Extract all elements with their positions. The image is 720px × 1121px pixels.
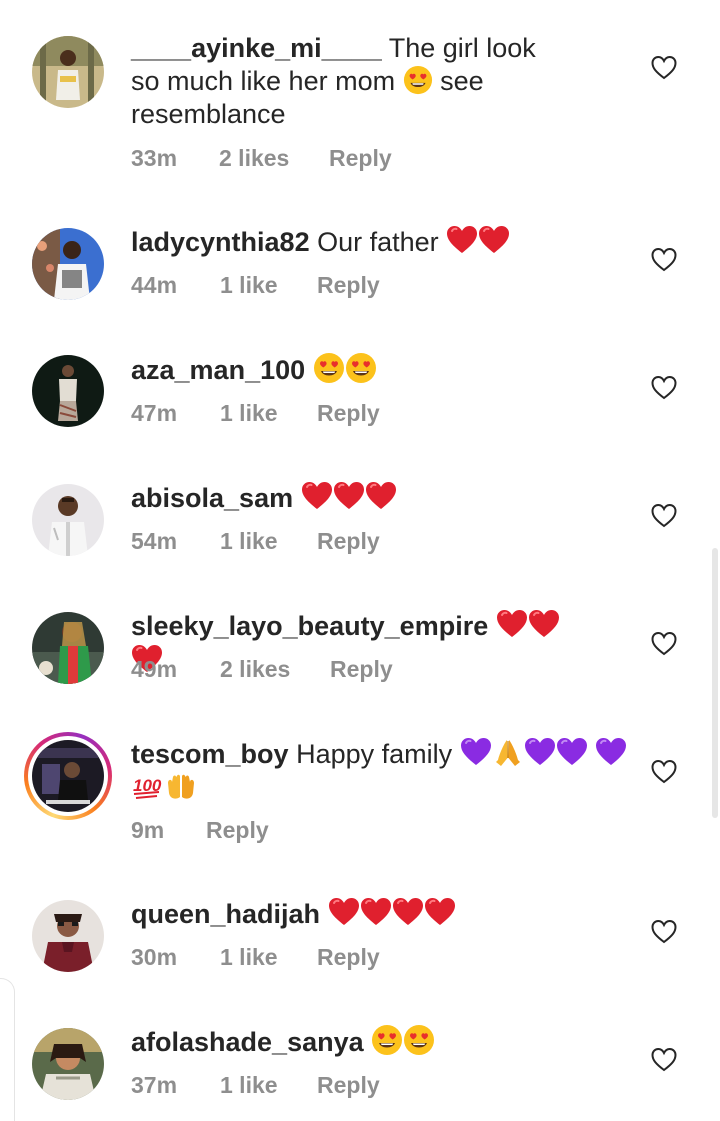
heart-eyes-emoji <box>313 355 345 385</box>
comment-meta: 49m 2 likes Reply <box>131 656 393 683</box>
reply-button[interactable]: Reply <box>330 656 393 683</box>
avatar[interactable] <box>32 484 104 556</box>
reply-button[interactable]: Reply <box>317 400 380 427</box>
comment-text: abisola_sam <box>131 480 551 515</box>
red-heart-emoji <box>365 483 397 513</box>
purple-heart-emoji <box>524 739 556 769</box>
heart-outline-icon[interactable] <box>651 1047 677 1073</box>
scrollbar[interactable] <box>712 548 718 818</box>
red-heart-emoji <box>360 899 392 929</box>
comment-username[interactable]: tescom_boy <box>131 739 289 769</box>
comment-likes[interactable]: 1 like <box>220 400 317 427</box>
red-heart-emoji <box>328 899 360 929</box>
heart-outline-icon[interactable] <box>651 631 677 657</box>
comment-username[interactable]: abisola_sam <box>131 483 293 513</box>
avatar[interactable] <box>32 740 104 812</box>
reply-button[interactable]: Reply <box>317 944 380 971</box>
avatar[interactable] <box>32 900 104 972</box>
comment-text: ____ayinke_mi____ The girl look so much … <box>131 32 551 131</box>
heart-outline-icon[interactable] <box>651 503 677 529</box>
comment-likes[interactable]: 1 like <box>220 1072 317 1099</box>
heart-eyes-emoji <box>345 355 377 385</box>
comment-meta: 47m 1 like Reply <box>131 400 380 427</box>
heart-outline-icon[interactable] <box>651 375 677 401</box>
comment-username[interactable]: aza_man_100 <box>131 355 305 385</box>
hundred-points-emoji <box>131 774 165 804</box>
heart-outline-icon[interactable] <box>651 919 677 945</box>
folded-hands-emoji <box>492 739 524 769</box>
avatar[interactable] <box>32 355 104 427</box>
comment-username[interactable]: sleeky_layo_beauty_empire <box>131 611 488 641</box>
reply-button[interactable]: Reply <box>317 1072 380 1099</box>
comment-likes[interactable]: 2 likes <box>219 145 329 172</box>
comment-text: tescom_boy Happy family <box>131 736 631 806</box>
avatar[interactable] <box>32 228 104 300</box>
heart-eyes-emoji <box>403 66 433 96</box>
comment-time: 33m <box>131 145 178 171</box>
heart-outline-icon[interactable] <box>651 759 677 785</box>
comment-meta: 54m 1 like Reply <box>131 528 380 555</box>
heart-outline-icon[interactable] <box>651 247 677 273</box>
comment-time: 37m <box>131 1072 178 1098</box>
comment-time: 30m <box>131 944 178 970</box>
purple-heart-emoji <box>460 739 492 769</box>
red-heart-emoji <box>392 899 424 929</box>
red-heart-emoji <box>333 483 365 513</box>
comment-body: Happy family <box>296 739 453 769</box>
comment-text: aza_man_100 <box>131 352 551 387</box>
reply-button[interactable]: Reply <box>317 272 380 299</box>
red-heart-emoji <box>478 227 510 257</box>
avatar[interactable] <box>32 1028 104 1100</box>
avatar[interactable] <box>32 612 104 684</box>
comment-likes[interactable]: 2 likes <box>220 656 330 683</box>
comment-username[interactable]: afolashade_sanya <box>131 1027 364 1057</box>
edge-panel <box>0 978 15 1121</box>
comment-body: Our father <box>317 227 439 257</box>
comment-time: 9m <box>131 817 165 843</box>
heart-eyes-emoji <box>403 1027 435 1057</box>
comment-time: 49m <box>131 656 178 682</box>
comment-likes[interactable]: 1 like <box>220 944 317 971</box>
comment-likes[interactable]: 1 like <box>220 272 317 299</box>
red-heart-emoji <box>528 611 560 641</box>
comment-time: 54m <box>131 528 178 554</box>
purple-heart-emoji <box>595 739 627 769</box>
red-heart-emoji <box>424 899 456 929</box>
story-ring[interactable] <box>24 732 112 820</box>
heart-outline-icon[interactable] <box>651 55 677 81</box>
avatar[interactable] <box>32 36 104 108</box>
reply-button[interactable]: Reply <box>317 528 380 555</box>
red-heart-emoji <box>301 483 333 513</box>
raised-hands-emoji <box>165 774 197 804</box>
comment-username[interactable]: queen_hadijah <box>131 899 320 929</box>
comment-text: afolashade_sanya <box>131 1024 551 1059</box>
comment-text: queen_hadijah <box>131 896 551 931</box>
comment-meta: 9m Reply <box>131 817 269 844</box>
comment-meta: 33m 2 likes Reply <box>131 145 392 172</box>
comment-likes[interactable]: 1 like <box>220 528 317 555</box>
comment-text: ladycynthia82 Our father <box>131 224 551 259</box>
red-heart-emoji <box>446 227 478 257</box>
reply-button[interactable]: Reply <box>329 145 392 172</box>
comment-username[interactable]: ____ayinke_mi____ <box>131 33 382 63</box>
comment-time: 47m <box>131 400 178 426</box>
comment-meta: 30m 1 like Reply <box>131 944 380 971</box>
purple-heart-emoji <box>556 739 588 769</box>
red-heart-emoji <box>496 611 528 641</box>
comment-username[interactable]: ladycynthia82 <box>131 227 310 257</box>
comment-meta: 37m 1 like Reply <box>131 1072 380 1099</box>
reply-button[interactable]: Reply <box>206 817 269 844</box>
comment-time: 44m <box>131 272 178 298</box>
comment-meta: 44m 1 like Reply <box>131 272 380 299</box>
heart-eyes-emoji <box>371 1027 403 1057</box>
